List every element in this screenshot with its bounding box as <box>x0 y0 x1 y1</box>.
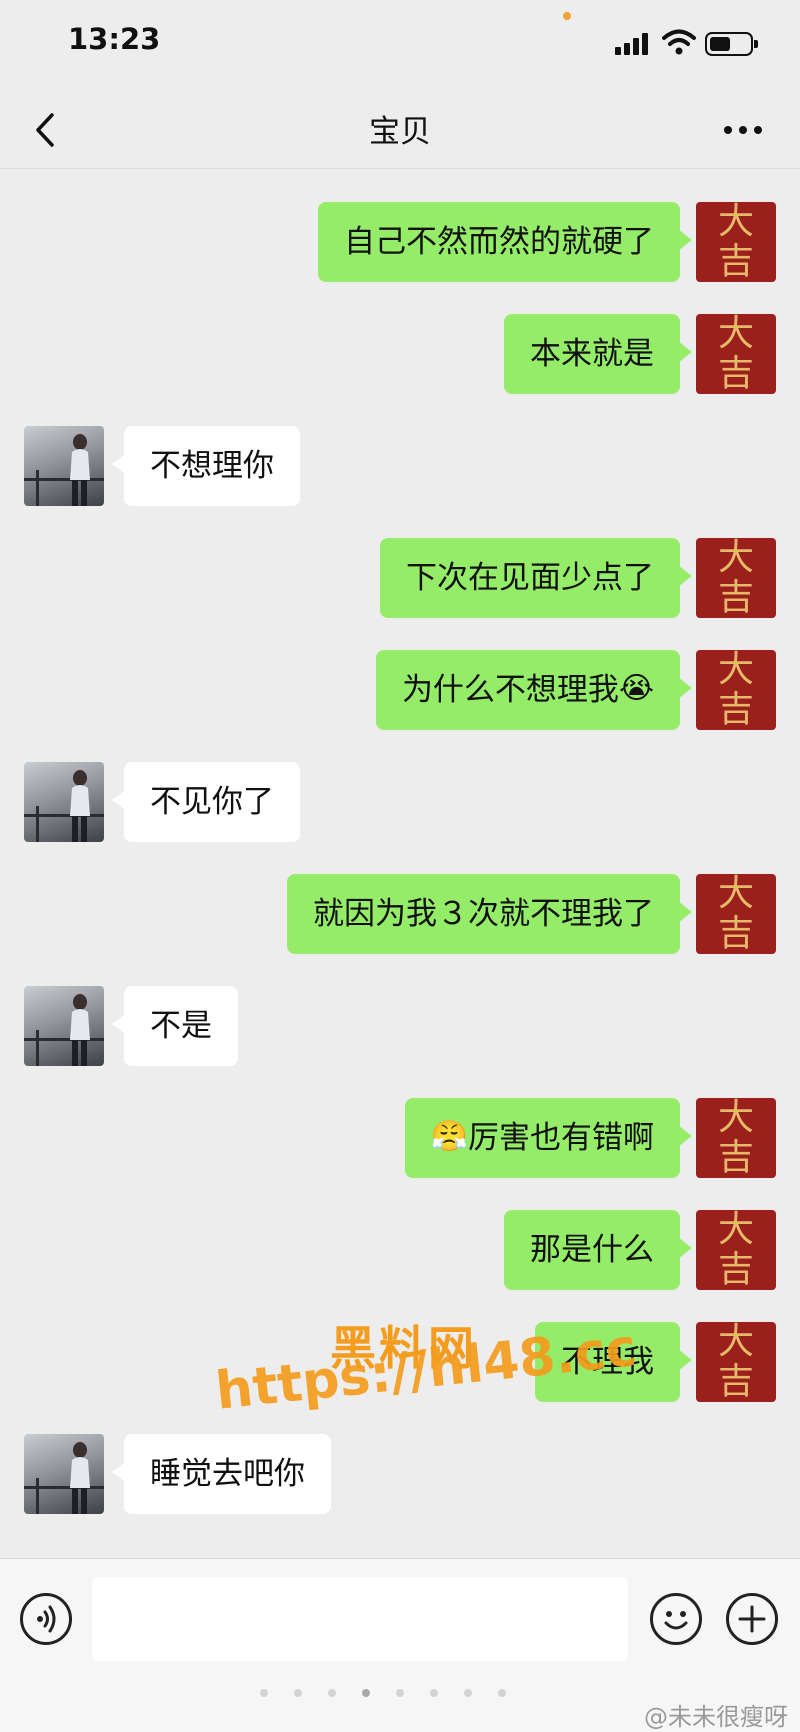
sent-message-bubble[interactable]: 那是什么 <box>504 1210 692 1290</box>
message-text: 那是什么 <box>530 1232 654 1268</box>
message-input-bar: @未未很瘦呀 <box>0 1558 800 1732</box>
sent-message-bubble[interactable]: 为什么不想理我😭 <box>375 650 693 730</box>
contact-avatar-photo <box>24 994 104 1066</box>
header-divider <box>0 168 800 169</box>
message-text: 睡觉去吧你 <box>150 1456 305 1492</box>
avatar-char-1: 大 <box>717 1098 754 1138</box>
message-text: 就因为我３次就不理我了 <box>313 896 654 932</box>
wifi-icon <box>662 29 696 55</box>
avatar-char-1: 大 <box>717 314 754 354</box>
huffing-emoji-icon: 😤 <box>430 1118 468 1154</box>
message-text: 不想理你 <box>150 448 274 484</box>
contact-avatar-photo <box>24 770 104 842</box>
contact-avatar-photo <box>24 434 104 506</box>
sent-message-bubble[interactable]: 就因为我３次就不理我了 <box>287 874 692 954</box>
contact-avatar[interactable] <box>24 426 104 506</box>
avatar-char-1: 大 <box>717 538 754 578</box>
avatar-char-1: 大 <box>717 202 754 242</box>
my-avatar[interactable]: 大吉 <box>696 874 776 954</box>
message-row-sent: 那是什么 大吉 <box>0 1210 800 1292</box>
message-row-received: 睡觉去吧你 <box>0 1434 800 1516</box>
my-avatar[interactable]: 大吉 <box>696 314 776 394</box>
contact-avatar-photo <box>24 1442 104 1514</box>
status-bar: 13:23 <box>0 0 800 90</box>
message-text: 不是 <box>150 1008 212 1044</box>
my-avatar[interactable]: 大吉 <box>696 538 776 618</box>
sent-message-bubble[interactable]: 自己不然而然的就硬了 <box>318 202 692 282</box>
avatar-char-2: 吉 <box>717 353 754 394</box>
message-text: 不见你了 <box>150 784 274 820</box>
avatar-char-1: 大 <box>717 1322 754 1362</box>
message-text: 本来就是 <box>530 336 654 372</box>
my-avatar[interactable]: 大吉 <box>696 202 776 282</box>
contact-avatar[interactable] <box>24 762 104 842</box>
message-text: 下次在见面少点了 <box>406 560 654 596</box>
avatar-char-2: 吉 <box>717 241 754 282</box>
message-text: 自己不然而然的就硬了 <box>344 224 654 260</box>
my-avatar[interactable]: 大吉 <box>696 1210 776 1290</box>
message-row-sent: 下次在见面少点了 大吉 <box>0 538 800 620</box>
battery-level <box>710 37 730 51</box>
avatar-char-1: 大 <box>717 650 754 690</box>
chat-title: 宝贝 <box>369 114 431 150</box>
message-row-sent: 就因为我３次就不理我了 大吉 <box>0 874 800 956</box>
avatar-char-2: 吉 <box>717 689 754 730</box>
received-message-bubble[interactable]: 睡觉去吧你 <box>112 1434 331 1514</box>
avatar-char-1: 大 <box>717 874 754 914</box>
chat-header: 宝贝 <box>0 90 800 170</box>
message-row-sent: 自己不然而然的就硬了 大吉 <box>0 202 800 284</box>
privacy-indicator-dot <box>563 12 571 20</box>
voice-icon <box>37 1605 56 1633</box>
message-row-received: 不想理你 <box>0 426 800 508</box>
page-indicator-dots <box>260 1689 560 1699</box>
message-row-received: 不是 <box>0 986 800 1068</box>
more-options-icon[interactable] <box>724 126 764 136</box>
cellular-signal-icon <box>615 33 651 55</box>
contact-avatar[interactable] <box>24 986 104 1066</box>
avatar-char-2: 吉 <box>717 913 754 954</box>
plus-icon <box>738 1605 766 1633</box>
message-input[interactable] <box>92 1577 628 1661</box>
received-message-bubble[interactable]: 不见你了 <box>112 762 300 842</box>
status-time: 13:23 <box>68 22 161 56</box>
sent-message-bubble[interactable]: 本来就是 <box>504 314 692 394</box>
my-avatar[interactable]: 大吉 <box>696 1098 776 1178</box>
message-row-sent: 为什么不想理我😭 大吉 <box>0 650 800 732</box>
message-text: 厉害也有错啊 <box>468 1120 654 1156</box>
smiley-icon <box>664 1611 688 1630</box>
message-row-sent: 😤厉害也有错啊 大吉 <box>0 1098 800 1180</box>
avatar-char-2: 吉 <box>717 1137 754 1178</box>
battery-icon <box>705 32 758 56</box>
my-avatar[interactable]: 大吉 <box>696 1322 776 1402</box>
message-row-received: 不见你了 <box>0 762 800 844</box>
avatar-char-1: 大 <box>717 1210 754 1250</box>
avatar-char-2: 吉 <box>717 577 754 618</box>
message-row-sent: 本来就是 大吉 <box>0 314 800 396</box>
received-message-bubble[interactable]: 不想理你 <box>112 426 300 506</box>
sent-message-bubble[interactable]: 下次在见面少点了 <box>380 538 692 618</box>
received-message-bubble[interactable]: 不是 <box>112 986 238 1066</box>
more-functions-button[interactable] <box>726 1593 778 1645</box>
crying-emoji-icon: 😭 <box>618 670 654 706</box>
message-text: 为什么不想理我 <box>401 672 619 708</box>
avatar-char-2: 吉 <box>717 1361 754 1402</box>
avatar-char-2: 吉 <box>717 1249 754 1290</box>
emoji-picker-button[interactable] <box>650 1593 702 1645</box>
voice-input-button[interactable] <box>20 1593 72 1645</box>
my-avatar[interactable]: 大吉 <box>696 650 776 730</box>
contact-avatar[interactable] <box>24 1434 104 1514</box>
sent-message-bubble[interactable]: 😤厉害也有错啊 <box>404 1098 693 1178</box>
source-credit: @未未很瘦呀 <box>644 1703 788 1731</box>
